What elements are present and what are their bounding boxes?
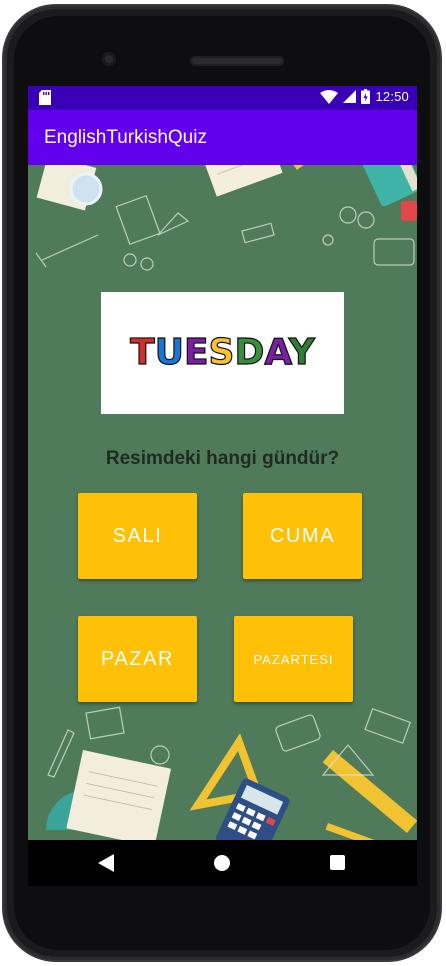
quiz-image-letter: T [130, 331, 156, 373]
quiz-image-letter: D [234, 331, 265, 373]
app-bar: EnglishTurkishQuiz [28, 110, 417, 165]
quiz-content: TUESDAY Resimdeki hangi gündür? SALI CUM… [28, 165, 417, 840]
wifi-icon [320, 89, 339, 104]
quiz-image-word: TUESDAY [101, 331, 344, 373]
quiz-image-letter: U [154, 331, 184, 373]
app-title: EnglishTurkishQuiz [44, 127, 207, 148]
quiz-image-letter: A [264, 331, 290, 373]
quiz-image-letter: Y [288, 331, 315, 373]
sd-card-icon [39, 90, 51, 105]
option-button-4[interactable]: PAZARTESI [234, 616, 353, 702]
option-button-2[interactable]: CUMA [243, 493, 362, 579]
back-icon[interactable] [98, 854, 114, 872]
earpiece-speaker [190, 56, 284, 66]
battery-charging-icon [361, 89, 371, 104]
stapler-doodle [401, 201, 417, 221]
option-button-3[interactable]: PAZAR [78, 616, 197, 702]
quiz-image-letter: E [183, 331, 209, 373]
app-screen: 12:50 EnglishTurkishQuiz TUESDAY Resimde… [28, 86, 417, 840]
status-bar: 12:50 [28, 86, 417, 110]
quiz-image: TUESDAY [101, 292, 344, 414]
signal-icon [343, 90, 357, 103]
question-text: Resimdeki hangi gündür? [105, 448, 340, 469]
status-icons: 12:50 [320, 89, 409, 104]
magnifier-doodle [69, 172, 103, 206]
option-button-1[interactable]: SALI [78, 493, 197, 579]
status-time: 12:50 [375, 89, 409, 104]
recents-icon[interactable] [330, 855, 345, 870]
quiz-image-letter: S [208, 331, 235, 373]
front-camera [102, 52, 116, 66]
navigation-bar [28, 840, 417, 886]
home-icon[interactable] [214, 855, 230, 871]
